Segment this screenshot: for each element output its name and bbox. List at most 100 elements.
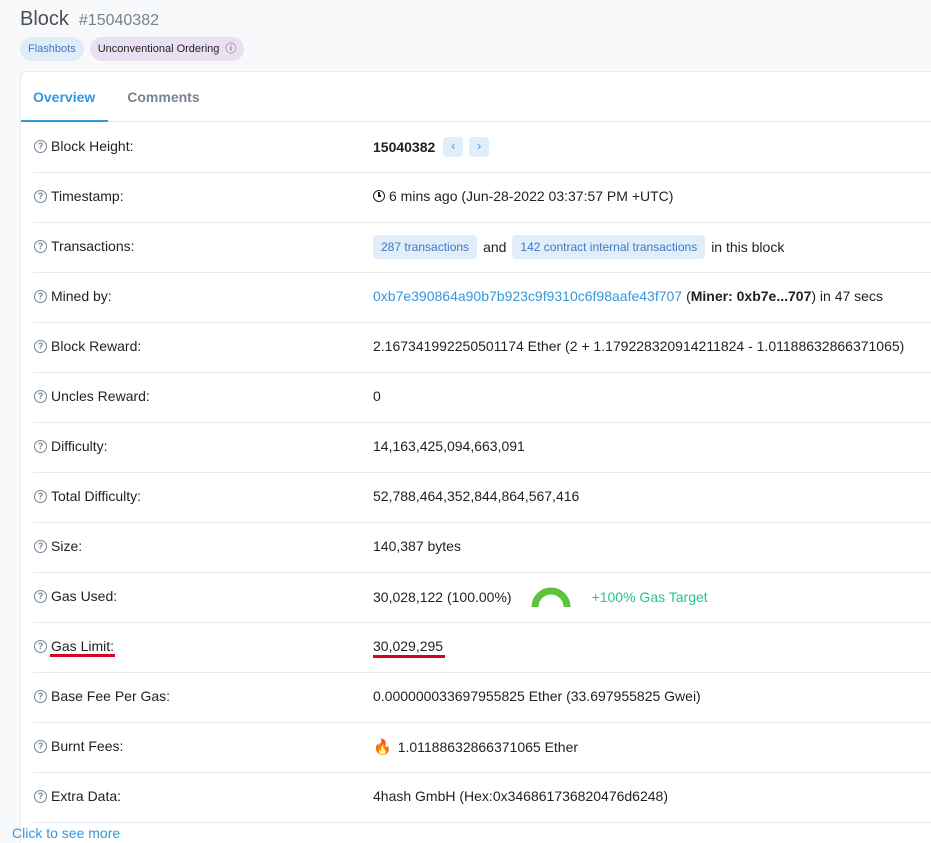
value-base-fee: 0.000000033697955825 Ether (33.697955825… — [373, 688, 701, 704]
label-gas-used: ? Gas Used: — [34, 588, 117, 604]
value-block-reward: 2.167341992250501174 Ether (2 + 1.179228… — [373, 338, 904, 354]
page-title-text: Block — [20, 8, 69, 30]
unconventional-ordering-label: Unconventional Ordering — [97, 43, 220, 55]
row-total-difficulty: ? Total Difficulty: 52,788,464,352,844,8… — [33, 473, 931, 523]
prev-block-button[interactable]: ‹ — [443, 137, 464, 157]
label-uncles-reward: ? Uncles Reward: — [34, 388, 150, 404]
value-mined-by: 0xb7e390864a90b7b923c9f9310c6f98aafe43f7… — [373, 288, 883, 304]
mined-by-suffix: ) in 47 secs — [811, 288, 883, 304]
total-difficulty-value: 52,788,464,352,844,864,567,416 — [373, 488, 580, 504]
question-icon[interactable]: ? — [34, 739, 47, 753]
gas-gauge-icon — [531, 587, 571, 608]
miner-address-link[interactable]: 0xb7e390864a90b7b923c9f9310c6f98aafe43f7… — [373, 288, 682, 304]
flashbots-badge[interactable]: Flashbots — [20, 37, 84, 61]
label-text: Timestamp: — [51, 188, 124, 204]
tab-overview[interactable]: Overview — [33, 72, 95, 122]
row-base-fee: ? Base Fee Per Gas: 0.000000033697955825… — [33, 673, 931, 723]
label-text: Uncles Reward: — [51, 388, 150, 404]
row-block-height: ? Block Height: 15040382 ‹ › — [33, 123, 931, 173]
transactions-link[interactable]: 287 transactions — [373, 235, 478, 259]
value-gas-limit: 30,029,295 — [373, 638, 443, 654]
block-details: ? Block Height: 15040382 ‹ › ? Timestamp… — [33, 123, 931, 823]
question-icon[interactable]: ? — [34, 489, 47, 503]
value-difficulty: 14,163,425,094,663,091 — [373, 438, 525, 454]
unconventional-ordering-badge[interactable]: Unconventional Ordering ⓘ — [89, 37, 245, 61]
row-size: ? Size: 140,387 bytes — [33, 523, 931, 573]
value-gas-used: 30,028,122 (100.00%) +100% Gas Target — [373, 585, 708, 609]
label-block-height: ? Block Height: — [34, 138, 133, 154]
row-block-reward: ? Block Reward: 2.167341992250501174 Eth… — [33, 323, 931, 373]
label-text: Size: — [51, 538, 83, 554]
internal-transactions-link[interactable]: 142 contract internal transactions — [512, 235, 706, 259]
row-burnt-fees: ? Burnt Fees: 🔥 1.01188632866371065 Ethe… — [33, 723, 931, 773]
difficulty-value: 14,163,425,094,663,091 — [373, 438, 525, 454]
question-icon[interactable]: ? — [34, 139, 47, 153]
block-reward-value: 2.167341992250501174 Ether (2 + 1.179228… — [373, 338, 905, 354]
question-icon[interactable]: ? — [34, 389, 47, 403]
question-icon[interactable]: ? — [34, 639, 47, 653]
fire-icon: 🔥 — [373, 739, 392, 756]
question-icon[interactable]: ? — [34, 789, 47, 803]
burnt-fees-value: 1.01188632866371065 Ether — [397, 739, 579, 755]
question-icon[interactable]: ? — [34, 439, 47, 453]
size-value: 140,387 bytes — [373, 538, 461, 554]
label-text: Transactions: — [51, 238, 135, 254]
value-timestamp: 6 mins ago (Jun-28-2022 03:37:57 PM +UTC… — [373, 188, 673, 204]
question-icon[interactable]: ? — [34, 689, 47, 703]
value-transactions: 287 transactions and 142 contract intern… — [373, 235, 784, 259]
label-size: ? Size: — [34, 538, 82, 554]
tab-bar: Overview Comments — [21, 72, 931, 122]
label-burnt-fees: ? Burnt Fees: — [34, 738, 123, 754]
and-text: and — [483, 239, 507, 255]
question-icon[interactable]: ? — [34, 539, 47, 553]
badges: Flashbots Unconventional Ordering ⓘ — [20, 37, 245, 61]
label-difficulty: ? Difficulty: — [34, 438, 108, 454]
label-timestamp: ? Timestamp: — [34, 188, 124, 204]
gas-limit-value: 30,029,295 — [373, 638, 444, 654]
row-uncles-reward: ? Uncles Reward: 0 — [33, 373, 931, 423]
see-more-link[interactable]: Click to see more — [12, 825, 120, 841]
question-icon[interactable]: ? — [34, 189, 47, 203]
overview-card: Overview Comments ? Block Height: 150403… — [20, 71, 931, 843]
value-size: 140,387 bytes — [373, 538, 461, 554]
label-block-reward: ? Block Reward: — [34, 338, 141, 354]
row-gas-used: ? Gas Used: 30,028,122 (100.00%) +100% G… — [33, 573, 931, 623]
block-height-value: 15040382 — [373, 139, 436, 155]
label-text: Total Difficulty: — [51, 488, 141, 504]
miner-name: Miner: 0xb7e...707 — [690, 288, 812, 304]
clock-icon — [373, 190, 385, 202]
gas-target-text: +100% Gas Target — [591, 589, 708, 605]
value-extra-data: 4hash GmbH (Hex:0x346861736820476d6248) — [373, 788, 668, 804]
label-text: Extra Data: — [51, 788, 122, 804]
page-title: Block #15040382 — [20, 8, 159, 31]
label-text: Mined by: — [51, 288, 112, 304]
row-mined-by: ? Mined by: 0xb7e390864a90b7b923c9f9310c… — [33, 273, 931, 323]
block-number: #15040382 — [78, 12, 159, 29]
gas-limit-value-underline — [373, 655, 445, 658]
question-icon[interactable]: ? — [34, 589, 47, 603]
tab-comments[interactable]: Comments — [127, 72, 199, 122]
value-uncles-reward: 0 — [373, 388, 381, 404]
label-extra-data: ? Extra Data: — [34, 788, 121, 804]
transactions-suffix: in this block — [711, 239, 785, 255]
gas-limit-label-underline — [50, 654, 115, 657]
question-icon[interactable]: ? — [34, 339, 47, 353]
label-text: Block Reward: — [51, 338, 142, 354]
row-extra-data: ? Extra Data: 4hash GmbH (Hex:0x34686173… — [33, 773, 931, 823]
label-text: Difficulty: — [51, 438, 108, 454]
label-text: Burnt Fees: — [51, 738, 124, 754]
question-icon[interactable]: ? — [34, 289, 47, 303]
value-burnt-fees: 🔥 1.01188632866371065 Ether — [373, 738, 578, 756]
timestamp-value: 6 mins ago (Jun-28-2022 03:37:57 PM +UTC… — [389, 188, 674, 204]
next-block-button[interactable]: › — [469, 137, 490, 157]
label-text: Gas Used: — [51, 588, 118, 604]
value-block-height: 15040382 ‹ › — [373, 137, 490, 157]
value-total-difficulty: 52,788,464,352,844,864,567,416 — [373, 488, 579, 504]
label-mined-by: ? Mined by: — [34, 288, 112, 304]
label-gas-limit: ? Gas Limit: — [34, 638, 114, 654]
row-gas-limit: ? Gas Limit: 30,029,295 — [33, 623, 931, 673]
info-icon[interactable]: ⓘ — [225, 37, 236, 61]
label-transactions: ? Transactions: — [34, 238, 135, 254]
gas-used-value: 30,028,122 (100.00%) — [373, 589, 512, 605]
question-icon[interactable]: ? — [34, 239, 47, 253]
